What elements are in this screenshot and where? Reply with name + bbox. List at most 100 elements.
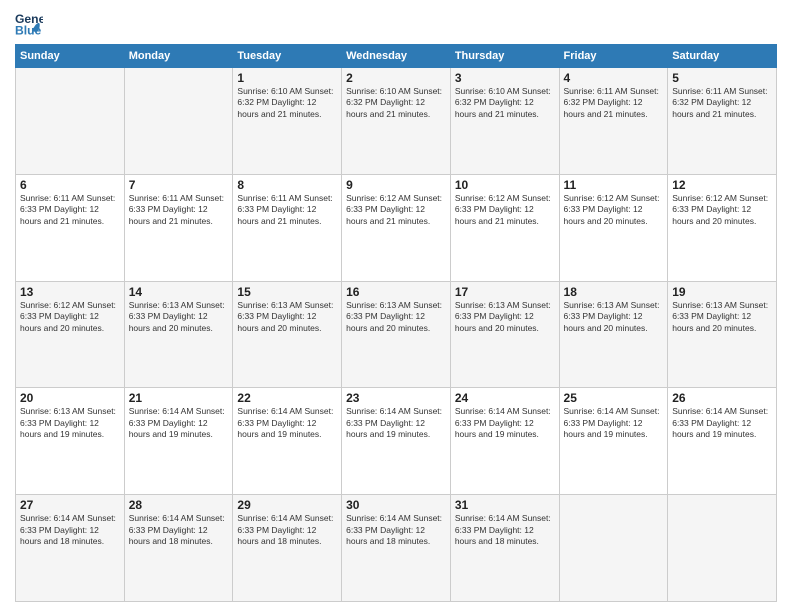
day-cell bbox=[668, 495, 777, 602]
day-number: 25 bbox=[564, 391, 664, 405]
day-cell: 4Sunrise: 6:11 AM Sunset: 6:32 PM Daylig… bbox=[559, 68, 668, 175]
day-number: 29 bbox=[237, 498, 337, 512]
day-cell: 9Sunrise: 6:12 AM Sunset: 6:33 PM Daylig… bbox=[342, 174, 451, 281]
day-info: Sunrise: 6:10 AM Sunset: 6:32 PM Dayligh… bbox=[346, 86, 446, 120]
day-cell: 14Sunrise: 6:13 AM Sunset: 6:33 PM Dayli… bbox=[124, 281, 233, 388]
day-info: Sunrise: 6:14 AM Sunset: 6:33 PM Dayligh… bbox=[129, 513, 229, 547]
day-cell: 23Sunrise: 6:14 AM Sunset: 6:33 PM Dayli… bbox=[342, 388, 451, 495]
day-cell: 5Sunrise: 6:11 AM Sunset: 6:32 PM Daylig… bbox=[668, 68, 777, 175]
day-number: 31 bbox=[455, 498, 555, 512]
day-number: 18 bbox=[564, 285, 664, 299]
day-number: 16 bbox=[346, 285, 446, 299]
day-info: Sunrise: 6:13 AM Sunset: 6:33 PM Dayligh… bbox=[346, 300, 446, 334]
day-number: 22 bbox=[237, 391, 337, 405]
day-info: Sunrise: 6:10 AM Sunset: 6:32 PM Dayligh… bbox=[237, 86, 337, 120]
day-number: 13 bbox=[20, 285, 120, 299]
day-info: Sunrise: 6:14 AM Sunset: 6:33 PM Dayligh… bbox=[455, 406, 555, 440]
week-row-1: 1Sunrise: 6:10 AM Sunset: 6:32 PM Daylig… bbox=[16, 68, 777, 175]
weekday-header-sunday: Sunday bbox=[16, 45, 125, 68]
day-cell: 2Sunrise: 6:10 AM Sunset: 6:32 PM Daylig… bbox=[342, 68, 451, 175]
week-row-3: 13Sunrise: 6:12 AM Sunset: 6:33 PM Dayli… bbox=[16, 281, 777, 388]
day-cell: 21Sunrise: 6:14 AM Sunset: 6:33 PM Dayli… bbox=[124, 388, 233, 495]
day-cell: 17Sunrise: 6:13 AM Sunset: 6:33 PM Dayli… bbox=[450, 281, 559, 388]
day-number: 12 bbox=[672, 178, 772, 192]
day-info: Sunrise: 6:13 AM Sunset: 6:33 PM Dayligh… bbox=[129, 300, 229, 334]
day-info: Sunrise: 6:11 AM Sunset: 6:33 PM Dayligh… bbox=[20, 193, 120, 227]
day-info: Sunrise: 6:13 AM Sunset: 6:33 PM Dayligh… bbox=[672, 300, 772, 334]
day-cell: 27Sunrise: 6:14 AM Sunset: 6:33 PM Dayli… bbox=[16, 495, 125, 602]
day-number: 21 bbox=[129, 391, 229, 405]
day-number: 23 bbox=[346, 391, 446, 405]
day-info: Sunrise: 6:14 AM Sunset: 6:33 PM Dayligh… bbox=[237, 513, 337, 547]
day-cell: 13Sunrise: 6:12 AM Sunset: 6:33 PM Dayli… bbox=[16, 281, 125, 388]
day-cell bbox=[124, 68, 233, 175]
day-number: 9 bbox=[346, 178, 446, 192]
day-cell: 19Sunrise: 6:13 AM Sunset: 6:33 PM Dayli… bbox=[668, 281, 777, 388]
day-number: 5 bbox=[672, 71, 772, 85]
week-row-2: 6Sunrise: 6:11 AM Sunset: 6:33 PM Daylig… bbox=[16, 174, 777, 281]
day-cell: 10Sunrise: 6:12 AM Sunset: 6:33 PM Dayli… bbox=[450, 174, 559, 281]
day-number: 19 bbox=[672, 285, 772, 299]
day-number: 15 bbox=[237, 285, 337, 299]
day-cell: 11Sunrise: 6:12 AM Sunset: 6:33 PM Dayli… bbox=[559, 174, 668, 281]
day-cell: 16Sunrise: 6:13 AM Sunset: 6:33 PM Dayli… bbox=[342, 281, 451, 388]
calendar-page: General Blue SundayMondayTuesdayWednesda… bbox=[0, 0, 792, 612]
logo: General Blue bbox=[15, 10, 47, 38]
day-number: 4 bbox=[564, 71, 664, 85]
day-info: Sunrise: 6:14 AM Sunset: 6:33 PM Dayligh… bbox=[672, 406, 772, 440]
day-number: 1 bbox=[237, 71, 337, 85]
header: General Blue bbox=[15, 10, 777, 38]
day-info: Sunrise: 6:12 AM Sunset: 6:33 PM Dayligh… bbox=[672, 193, 772, 227]
day-number: 20 bbox=[20, 391, 120, 405]
day-number: 10 bbox=[455, 178, 555, 192]
day-info: Sunrise: 6:14 AM Sunset: 6:33 PM Dayligh… bbox=[237, 406, 337, 440]
day-cell: 12Sunrise: 6:12 AM Sunset: 6:33 PM Dayli… bbox=[668, 174, 777, 281]
day-number: 7 bbox=[129, 178, 229, 192]
weekday-header-row: SundayMondayTuesdayWednesdayThursdayFrid… bbox=[16, 45, 777, 68]
day-number: 8 bbox=[237, 178, 337, 192]
day-info: Sunrise: 6:12 AM Sunset: 6:33 PM Dayligh… bbox=[564, 193, 664, 227]
weekday-header-saturday: Saturday bbox=[668, 45, 777, 68]
day-number: 6 bbox=[20, 178, 120, 192]
day-info: Sunrise: 6:14 AM Sunset: 6:33 PM Dayligh… bbox=[564, 406, 664, 440]
day-info: Sunrise: 6:14 AM Sunset: 6:33 PM Dayligh… bbox=[346, 513, 446, 547]
day-cell bbox=[16, 68, 125, 175]
day-info: Sunrise: 6:12 AM Sunset: 6:33 PM Dayligh… bbox=[20, 300, 120, 334]
day-number: 26 bbox=[672, 391, 772, 405]
week-row-5: 27Sunrise: 6:14 AM Sunset: 6:33 PM Dayli… bbox=[16, 495, 777, 602]
day-cell: 30Sunrise: 6:14 AM Sunset: 6:33 PM Dayli… bbox=[342, 495, 451, 602]
day-info: Sunrise: 6:14 AM Sunset: 6:33 PM Dayligh… bbox=[20, 513, 120, 547]
day-number: 11 bbox=[564, 178, 664, 192]
day-info: Sunrise: 6:11 AM Sunset: 6:32 PM Dayligh… bbox=[672, 86, 772, 120]
day-info: Sunrise: 6:14 AM Sunset: 6:33 PM Dayligh… bbox=[455, 513, 555, 547]
day-info: Sunrise: 6:14 AM Sunset: 6:33 PM Dayligh… bbox=[129, 406, 229, 440]
day-info: Sunrise: 6:14 AM Sunset: 6:33 PM Dayligh… bbox=[346, 406, 446, 440]
day-info: Sunrise: 6:12 AM Sunset: 6:33 PM Dayligh… bbox=[346, 193, 446, 227]
day-info: Sunrise: 6:13 AM Sunset: 6:33 PM Dayligh… bbox=[455, 300, 555, 334]
week-row-4: 20Sunrise: 6:13 AM Sunset: 6:33 PM Dayli… bbox=[16, 388, 777, 495]
day-number: 3 bbox=[455, 71, 555, 85]
day-cell: 24Sunrise: 6:14 AM Sunset: 6:33 PM Dayli… bbox=[450, 388, 559, 495]
day-info: Sunrise: 6:11 AM Sunset: 6:33 PM Dayligh… bbox=[237, 193, 337, 227]
day-cell: 1Sunrise: 6:10 AM Sunset: 6:32 PM Daylig… bbox=[233, 68, 342, 175]
day-number: 30 bbox=[346, 498, 446, 512]
day-number: 28 bbox=[129, 498, 229, 512]
day-number: 14 bbox=[129, 285, 229, 299]
logo-icon: General Blue bbox=[15, 10, 43, 38]
day-cell: 25Sunrise: 6:14 AM Sunset: 6:33 PM Dayli… bbox=[559, 388, 668, 495]
day-info: Sunrise: 6:12 AM Sunset: 6:33 PM Dayligh… bbox=[455, 193, 555, 227]
day-number: 27 bbox=[20, 498, 120, 512]
weekday-header-thursday: Thursday bbox=[450, 45, 559, 68]
day-number: 17 bbox=[455, 285, 555, 299]
day-number: 24 bbox=[455, 391, 555, 405]
day-cell: 8Sunrise: 6:11 AM Sunset: 6:33 PM Daylig… bbox=[233, 174, 342, 281]
day-cell: 15Sunrise: 6:13 AM Sunset: 6:33 PM Dayli… bbox=[233, 281, 342, 388]
day-info: Sunrise: 6:10 AM Sunset: 6:32 PM Dayligh… bbox=[455, 86, 555, 120]
day-info: Sunrise: 6:11 AM Sunset: 6:33 PM Dayligh… bbox=[129, 193, 229, 227]
day-info: Sunrise: 6:13 AM Sunset: 6:33 PM Dayligh… bbox=[564, 300, 664, 334]
day-cell: 18Sunrise: 6:13 AM Sunset: 6:33 PM Dayli… bbox=[559, 281, 668, 388]
day-cell: 29Sunrise: 6:14 AM Sunset: 6:33 PM Dayli… bbox=[233, 495, 342, 602]
day-info: Sunrise: 6:13 AM Sunset: 6:33 PM Dayligh… bbox=[20, 406, 120, 440]
weekday-header-wednesday: Wednesday bbox=[342, 45, 451, 68]
day-cell: 6Sunrise: 6:11 AM Sunset: 6:33 PM Daylig… bbox=[16, 174, 125, 281]
